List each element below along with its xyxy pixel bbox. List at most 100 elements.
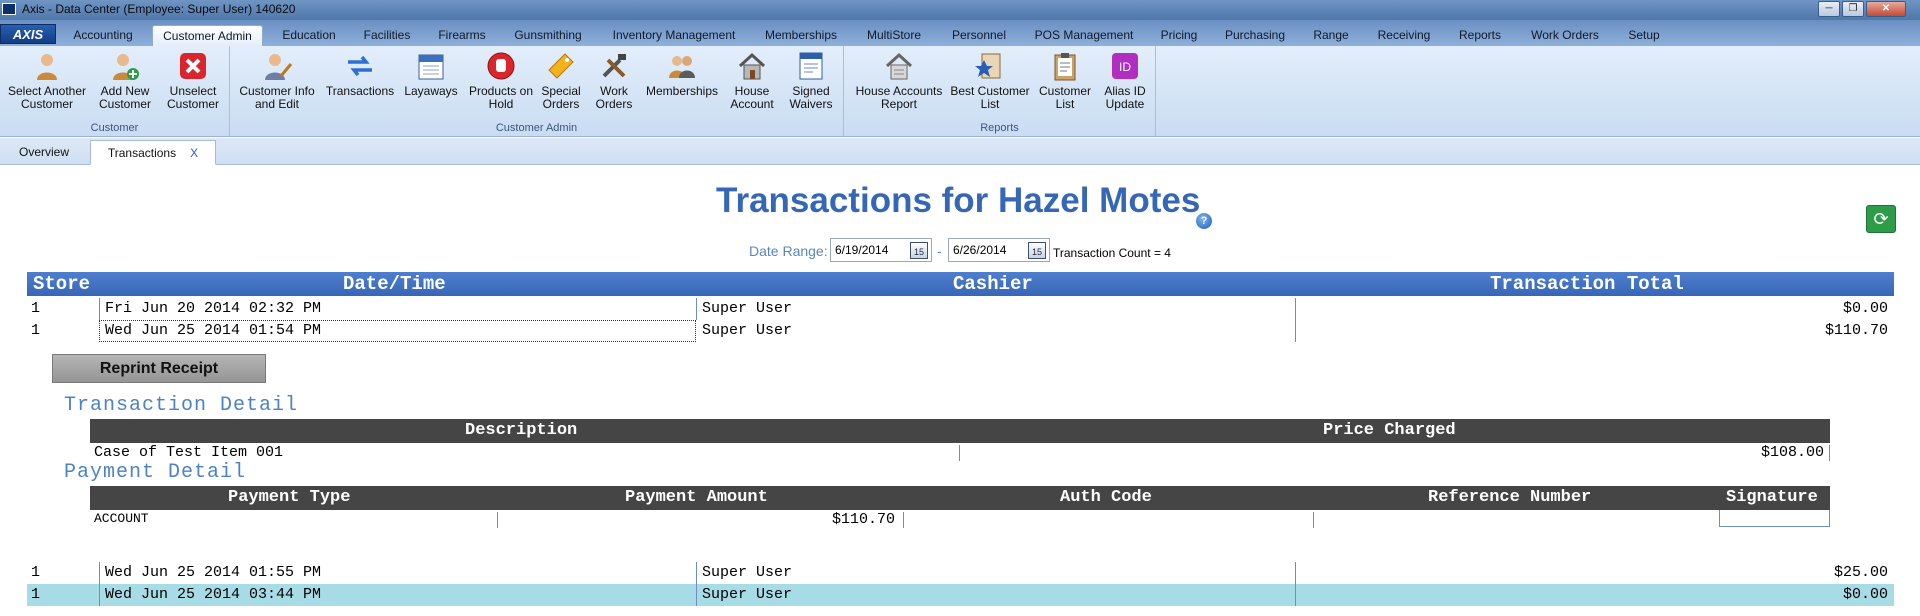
tab-overview[interactable]: Overview [6,140,82,165]
start-date-field[interactable]: 6/19/2014 15 [830,238,932,262]
layaways-button[interactable]: Layaways [400,50,462,98]
work-orders-button[interactable]: Work Orders [588,50,640,111]
document-tab-bar: Overview Transactions X [0,138,1920,165]
tab-pos-management[interactable]: POS Management [1026,25,1142,46]
ribbon-button-label: Alias ID [1104,84,1146,98]
ribbon-button-label: Signed [792,84,830,98]
end-date-field[interactable]: 6/26/2014 15 [948,238,1050,262]
ribbon-button-label: Memberships [645,84,719,98]
special-orders-button[interactable]: Special Orders [536,50,586,111]
table-row[interactable]: 1 Wed Jun 25 2014 01:54 PM Super User $1… [27,320,1894,342]
tab-facilities[interactable]: Facilities [357,25,417,46]
ribbon-button-label: Select Another [7,84,87,98]
reprint-receipt-button[interactable]: Reprint Receipt [52,354,266,383]
tab-reports[interactable]: Reports [1452,25,1508,46]
transactions-button[interactable]: Transactions [322,50,398,98]
column-divider [696,562,697,584]
item-detail-header: Description Price Charged [90,419,1830,443]
cell-store: 1 [31,322,41,339]
column-divider [1295,320,1296,342]
tab-customer-admin[interactable]: Customer Admin [152,25,263,46]
tab-personnel[interactable]: Personnel [944,25,1014,46]
tab-work-orders[interactable]: Work Orders [1522,25,1608,46]
customer-list-button[interactable]: Customer List [1034,50,1096,111]
axis-logo[interactable]: AXIS [0,24,56,44]
star-badge-icon [975,53,1001,79]
column-divider [903,512,904,528]
ribbon-group-label: Customer Admin [495,122,578,134]
house-account-button[interactable]: House Account [724,50,780,111]
products-on-hold-button[interactable]: Products on Hold [466,50,536,111]
tab-receiving[interactable]: Receiving [1370,25,1438,46]
cell-store: 1 [31,564,41,581]
tab-firearms[interactable]: Firearms [430,25,494,46]
calendar-icon[interactable]: 15 [1028,242,1046,259]
tab-memberships[interactable]: Memberships [758,25,844,46]
minimize-button[interactable]: ─ [1818,1,1840,17]
unselect-customer-button[interactable]: Unselect Customer [160,50,226,111]
ribbon-button-label: Unselect [169,84,217,98]
tab-accounting[interactable]: Accounting [64,25,142,46]
refresh-button[interactable]: ⟳ [1866,205,1896,233]
add-new-customer-button[interactable]: Add New Customer [92,50,158,111]
help-icon[interactable]: ? [1196,213,1212,229]
ribbon-button-label: House Accounts [855,84,943,98]
date-range-dash: - [937,243,942,259]
signature-cell[interactable] [1719,510,1830,527]
ribbon-button-label: List [980,97,1000,111]
tab-pricing[interactable]: Pricing [1154,25,1204,46]
memberships-button[interactable]: Memberships [642,50,722,98]
ribbon-group-customer-admin: Customer Info and Edit Transactions Laya… [230,46,844,136]
house-accounts-report-button[interactable]: House Accounts Report [852,50,946,111]
calendar-icon[interactable]: 15 [910,242,928,259]
red-x-icon [180,53,206,79]
close-tab-icon[interactable]: X [190,146,198,160]
tab-multistore[interactable]: MultiStore [858,25,930,46]
close-window-button[interactable]: ✕ [1866,1,1906,17]
tab-gunsmithing[interactable]: Gunsmithing [506,25,590,46]
select-another-customer-button[interactable]: Select Another Customer [4,50,90,111]
cell-store: 1 [31,300,41,317]
house-icon [738,52,766,80]
column-divider [1829,445,1830,461]
column-header-auth-code: Auth Code [1060,488,1152,507]
table-row-selected[interactable]: 1 Wed Jun 25 2014 03:44 PM Super User $0… [27,584,1894,606]
column-header-description: Description [465,421,578,440]
column-header-price-charged: Price Charged [1323,421,1456,440]
ribbon-button-label: Special [541,84,581,98]
tab-education[interactable]: Education [274,25,344,46]
ribbon-button-label: Customer [98,97,151,111]
window-title: Axis - Data Center (Employee: Super User… [22,2,296,16]
cell-total: $0.00 [1842,586,1888,603]
table-row[interactable]: 1 Fri Jun 20 2014 02:32 PM Super User $0… [27,298,1894,320]
cell-payment-type: ACCOUNT [94,511,149,526]
column-header-payment-amount: Payment Amount [625,488,768,507]
svg-text:ID: ID [1119,60,1131,74]
tab-transactions[interactable]: Transactions X [90,140,216,165]
cell-description: Case of Test Item 001 [94,444,284,461]
waiver-document-icon [799,52,823,80]
payment-detail-header: Payment Type Payment Amount Auth Code Re… [90,486,1830,510]
customer-info-edit-button[interactable]: Customer Info and Edit [236,50,318,111]
ribbon-button-label: Products on [468,84,534,98]
best-customer-list-button[interactable]: Best Customer List [948,50,1032,111]
tab-range[interactable]: Range [1306,25,1356,46]
cell-total: $110.70 [1824,322,1888,339]
column-header-payment-type: Payment Type [228,488,351,507]
tab-purchasing[interactable]: Purchasing [1218,25,1292,46]
cell-total: $25.00 [1833,564,1888,581]
transaction-detail-title: Transaction Detail [64,394,299,417]
alias-id-update-button[interactable]: ID Alias ID Update [1098,50,1152,111]
start-date-value: 6/19/2014 [835,243,889,257]
column-header-cashier: Cashier [953,273,1033,295]
tab-setup[interactable]: Setup [1620,25,1668,46]
column-divider [1313,512,1314,528]
restore-button[interactable]: ❐ [1842,1,1864,17]
column-header-signature: Signature [1726,488,1818,507]
cell-store: 1 [31,586,41,603]
tab-inventory-management[interactable]: Inventory Management [604,25,744,46]
table-row[interactable]: 1 Wed Jun 25 2014 01:55 PM Super User $2… [27,562,1894,584]
signed-waivers-button[interactable]: Signed Waivers [782,50,840,111]
ribbon-button-label: Orders [595,97,633,111]
ribbon-button-label: House [734,84,770,98]
